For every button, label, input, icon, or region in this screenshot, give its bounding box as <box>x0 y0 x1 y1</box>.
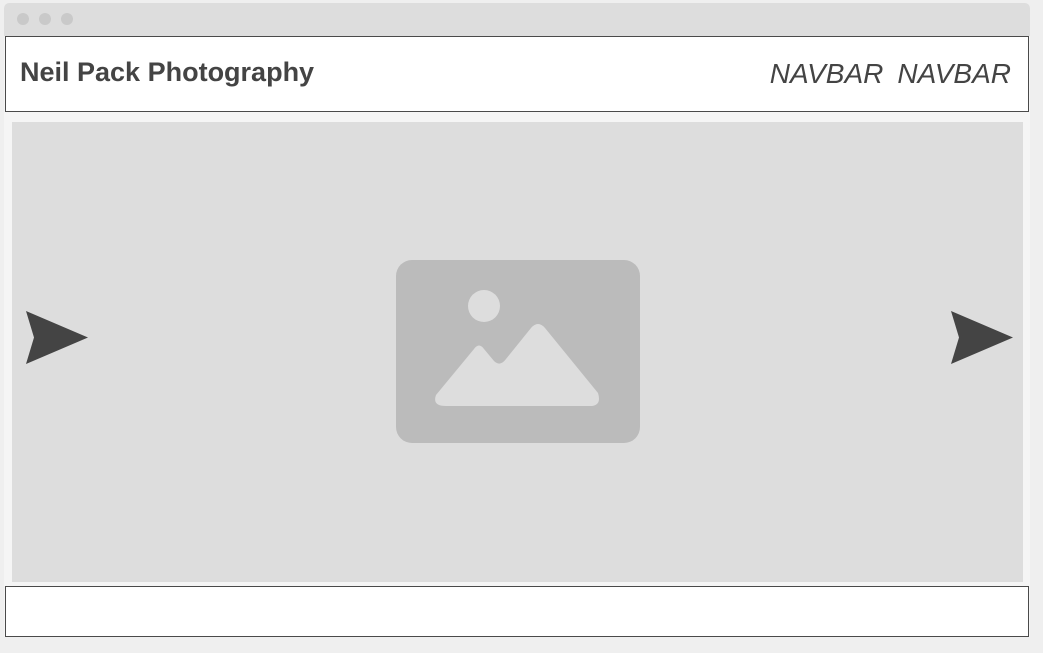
title-bar <box>4 3 1030 36</box>
site-footer <box>5 586 1029 637</box>
window-maximize-dot[interactable] <box>61 13 73 25</box>
site-title[interactable]: Neil Pack Photography <box>20 57 314 88</box>
navbar: NAVBAR NAVBAR <box>770 58 1011 90</box>
nav-link-1[interactable]: NAVBAR <box>770 58 884 90</box>
window-close-dot[interactable] <box>17 13 29 25</box>
carousel-prev-arrow-icon[interactable] <box>26 311 88 364</box>
nav-link-2[interactable]: NAVBAR <box>897 58 1011 90</box>
window-minimize-dot[interactable] <box>39 13 51 25</box>
image-placeholder-icon <box>396 260 640 443</box>
site-header: Neil Pack Photography NAVBAR NAVBAR <box>5 36 1029 112</box>
browser-window: Neil Pack Photography NAVBAR NAVBAR <box>4 3 1030 637</box>
image-carousel <box>12 122 1023 582</box>
carousel-next-arrow-icon[interactable] <box>951 311 1013 364</box>
